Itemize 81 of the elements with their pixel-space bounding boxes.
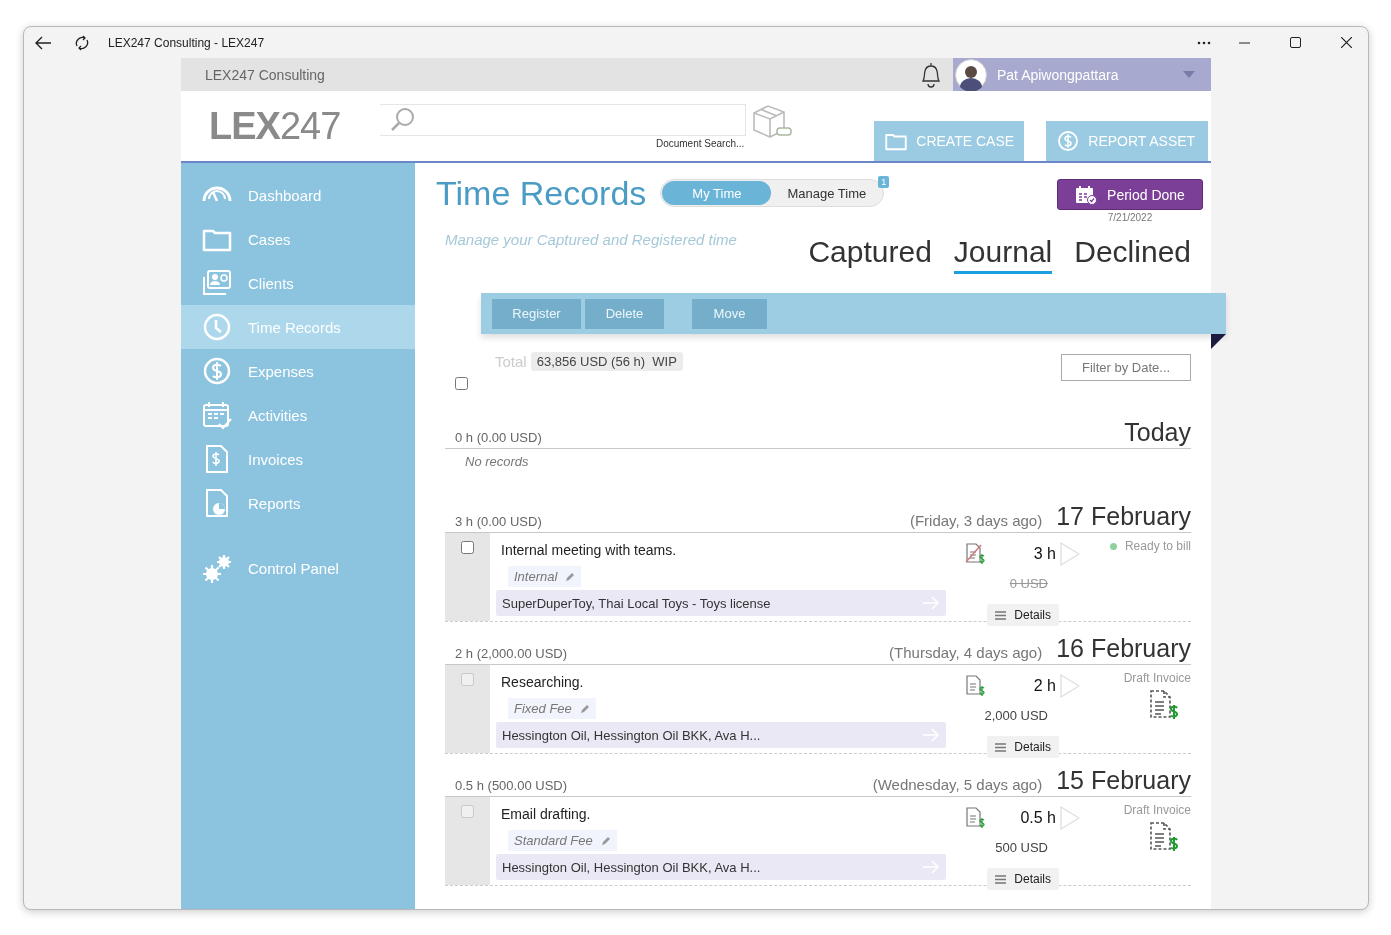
draft-invoice-icon	[1149, 689, 1179, 721]
gears-icon	[201, 552, 233, 584]
date-filter-field[interactable]: Filter by Date...	[1061, 354, 1191, 381]
search-field[interactable]	[380, 104, 747, 136]
calendar-check-icon	[1075, 184, 1098, 205]
sidebar-item[interactable]: Expenses	[181, 349, 415, 393]
day-date: 17 February	[1056, 502, 1191, 530]
entry-description: Researching.	[501, 674, 585, 690]
day-weekday: (Friday, 3 days ago)	[909, 512, 1043, 529]
day-date: Today	[1124, 418, 1191, 446]
status-label: Ready to bill	[1109, 539, 1191, 553]
maximize-icon[interactable]	[1290, 37, 1301, 48]
sidebar-item[interactable]: Clients	[181, 261, 415, 305]
day-date: 15 February	[1056, 766, 1191, 794]
ribbon-fold-icon	[1211, 334, 1226, 349]
logo: LEX247	[209, 105, 341, 148]
back-icon[interactable]	[34, 35, 52, 50]
tab[interactable]: Captured	[808, 235, 932, 274]
entry-hours: 3 h	[1033, 545, 1056, 563]
dollar-icon	[1056, 129, 1081, 153]
sidebar-item[interactable]: Control Panel	[181, 546, 415, 590]
entry-amount: 500 USD	[995, 839, 1048, 855]
total-value: 63,856 USD (56 h) WIP	[530, 352, 683, 371]
day-total: 0 h (0.00 USD)	[455, 430, 542, 445]
day-total: 0.5 h (500.00 USD)	[455, 778, 568, 793]
entry-amount: 2,000 USD	[984, 707, 1048, 723]
notification-bell-icon[interactable]	[919, 61, 943, 88]
search-icon	[390, 107, 417, 133]
day-total: 3 h (0.00 USD)	[455, 514, 542, 529]
pencil-icon	[565, 571, 576, 582]
company-name: LEX247 Consulting	[205, 66, 326, 83]
status-label: Draft Invoice	[1123, 671, 1191, 685]
page-title: Time Records	[436, 174, 647, 213]
draft-invoice-icon	[1149, 821, 1179, 853]
refresh-icon[interactable]	[74, 33, 90, 52]
sidebar-item[interactable]: Time Records	[181, 305, 415, 349]
day-weekday: (Wednesday, 5 days ago)	[872, 776, 1043, 793]
period-done-button[interactable]: Period Done	[1057, 179, 1203, 210]
page-subtitle: Manage your Captured and Registered time	[445, 231, 737, 248]
details-button[interactable]: Details	[987, 604, 1059, 626]
pencil-icon	[600, 835, 611, 846]
dollar-icon	[201, 355, 233, 387]
count-badge: 1	[878, 176, 890, 188]
entry-amount: 0 USD	[1009, 575, 1048, 591]
period-date: 7/21/2022	[1107, 212, 1153, 223]
calendar-check-icon	[201, 399, 233, 431]
sidebar-item[interactable]: Activities	[181, 393, 415, 437]
window-title: LEX247 Consulting - LEX247	[108, 35, 266, 50]
status-label: Draft Invoice	[1123, 803, 1191, 817]
entry-hours: 0.5 h	[1020, 809, 1056, 827]
menu-icon	[995, 610, 1007, 620]
day-total: 2 h (2,000.00 USD)	[455, 646, 568, 661]
user-menu[interactable]: Pat Apiwongpattara	[953, 58, 1211, 91]
entry-hours: 2 h	[1033, 677, 1056, 695]
entry-checkbox[interactable]	[461, 541, 474, 554]
sidebar-item[interactable]: Dashboard	[181, 173, 415, 217]
pencil-icon	[579, 703, 590, 714]
tab[interactable]: Journal	[953, 235, 1053, 274]
clock-icon	[201, 311, 233, 343]
matter-link[interactable]: SuperDuperToy, Thai Local Toys - Toys license	[496, 590, 946, 616]
entry-description: Email drafting.	[501, 806, 592, 822]
sidebar-item[interactable]: Invoices	[181, 437, 415, 481]
report-asset-button[interactable]: REPORT ASSET	[1046, 121, 1209, 161]
close-icon[interactable]	[1341, 37, 1352, 48]
minimize-icon[interactable]	[1239, 41, 1250, 44]
search-caption: Document Search...	[655, 138, 745, 149]
select-all-checkbox[interactable]	[455, 377, 468, 390]
more-icon[interactable]	[1197, 40, 1211, 45]
create-case-button[interactable]: CREATE CASE	[874, 121, 1025, 161]
caret-icon	[1183, 71, 1195, 78]
day-weekday: (Thursday, 4 days ago)	[889, 644, 1043, 661]
fee-type-tag[interactable]: Internal	[508, 566, 582, 587]
entry-description: Internal meeting with teams.	[501, 542, 678, 558]
toggle-option[interactable]: My Time	[662, 181, 772, 205]
sidebar-item[interactable]: Cases	[181, 217, 415, 261]
menu-icon	[995, 874, 1007, 884]
tab[interactable]: Declined	[1074, 235, 1191, 274]
sidebar-item[interactable]: Reports	[181, 481, 415, 525]
menu-icon	[995, 742, 1007, 752]
empty-message: No records	[464, 453, 530, 471]
day-date: 16 February	[1056, 634, 1191, 662]
